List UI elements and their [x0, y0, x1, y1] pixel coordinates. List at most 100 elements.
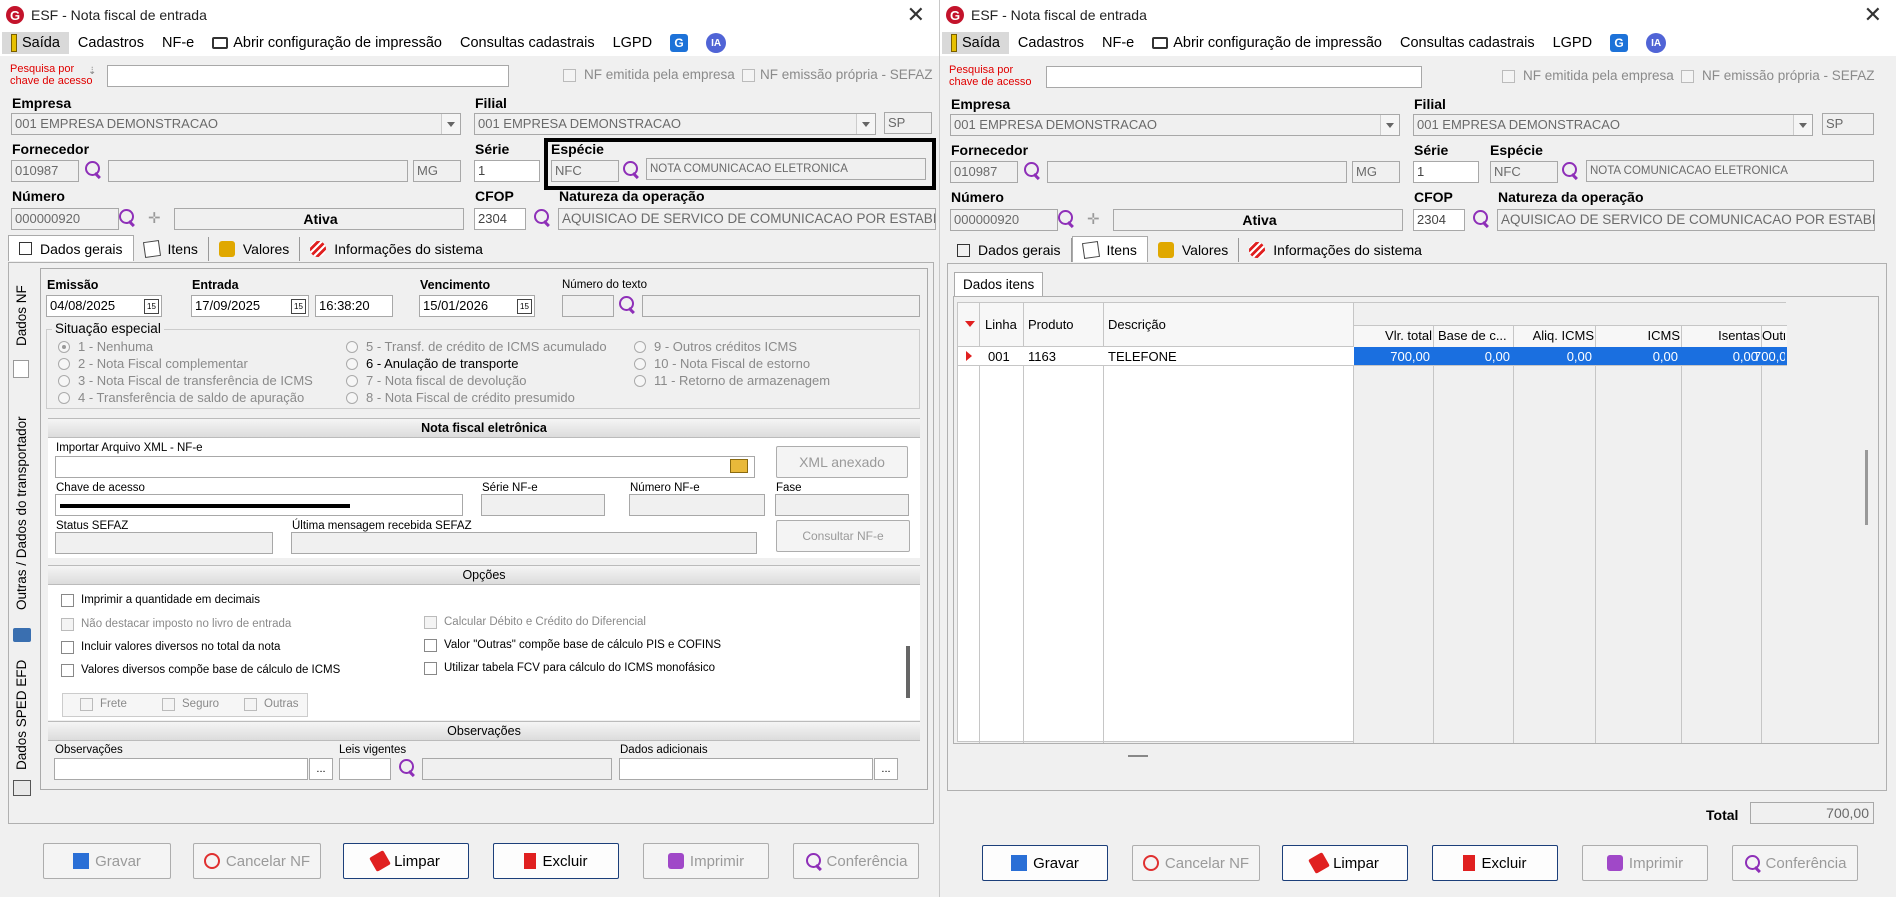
radio-2[interactable] [58, 358, 70, 370]
pesquisa-input[interactable] [107, 65, 509, 87]
nf-propria-checkbox[interactable] [1681, 70, 1694, 83]
limpar-button[interactable]: Limpar [343, 843, 469, 879]
nf-emitida-checkbox[interactable] [563, 69, 576, 82]
outras-checkbox[interactable] [244, 698, 257, 711]
xml-anexado-button[interactable]: XML anexado [776, 446, 908, 478]
nf-emitida-checkbox[interactable] [1502, 70, 1515, 83]
limpar-button[interactable]: Limpar [1282, 845, 1408, 881]
filial-select[interactable]: 001 EMPRESA DEMONSTRACAO [1413, 114, 1813, 136]
header-aliq[interactable]: Aliq. ICMS [1514, 328, 1594, 343]
plus-icon[interactable]: ✛ [148, 209, 161, 227]
header-produto[interactable]: Produto [1028, 317, 1074, 332]
filial-select[interactable]: 001 EMPRESA DEMONSTRACAO [474, 113, 876, 135]
tab-itens[interactable]: Itens [1071, 236, 1148, 262]
numero-field[interactable]: 000000920 [11, 208, 119, 230]
imprimir-button[interactable]: Imprimir [1582, 845, 1708, 881]
conferencia-button[interactable]: Conferência [793, 843, 919, 879]
fornecedor-code-field[interactable]: 010987 [11, 160, 79, 182]
importar-input[interactable] [55, 456, 755, 478]
consultar-nfe-button[interactable]: Consultar NF-e [776, 520, 910, 552]
grid-scrollbar[interactable] [1865, 450, 1868, 525]
header-vlr-total[interactable]: Vlr. total [1354, 328, 1432, 343]
tab-dados-itens[interactable]: Dados itens [954, 272, 1044, 296]
close-icon[interactable]: ✕ [907, 2, 925, 28]
numero-search-icon[interactable] [118, 208, 138, 228]
numero-texto-field[interactable] [562, 295, 614, 317]
chave-input[interactable] [55, 494, 463, 516]
menu-saida[interactable]: Saída [2, 32, 69, 54]
serie-field[interactable]: 1 [474, 160, 540, 182]
radio-6[interactable] [346, 358, 358, 370]
menu-nfe[interactable]: NF-e [1093, 32, 1143, 54]
observacoes-ellipsis-button[interactable]: ... [309, 758, 333, 780]
tab-dados-gerais[interactable]: Dados gerais [947, 238, 1072, 262]
dados-adicionais-ellipsis-button[interactable]: ... [874, 758, 898, 780]
cfop-field[interactable]: 2304 [474, 208, 526, 230]
radio-3[interactable] [58, 375, 70, 387]
cfop-field[interactable]: 2304 [1413, 209, 1465, 231]
conferencia-button[interactable]: Conferência [1732, 845, 1858, 881]
emissao-field[interactable]: 04/08/2025 15 [46, 295, 162, 317]
menu-lgpd[interactable]: LGPD [1544, 32, 1602, 54]
radio-1[interactable] [58, 341, 70, 353]
calendar-icon[interactable]: 15 [144, 299, 159, 314]
radio-9[interactable] [634, 341, 646, 353]
frete-checkbox[interactable] [80, 698, 93, 711]
tab-dados-gerais[interactable]: Dados gerais [8, 235, 134, 261]
menu-cadastros[interactable]: Cadastros [69, 32, 153, 54]
close-icon[interactable]: ✕ [1864, 2, 1882, 28]
menu-ia[interactable]: IA [697, 32, 735, 54]
fornecedor-search-icon[interactable] [1023, 161, 1043, 181]
serie-field[interactable]: 1 [1413, 161, 1479, 183]
plus-icon[interactable]: ✛ [1087, 210, 1100, 228]
calendar-icon[interactable]: 15 [291, 299, 306, 314]
header-descricao[interactable]: Descrição [1108, 317, 1166, 332]
header-icms[interactable]: ICMS [1596, 328, 1681, 343]
opt-incluir-checkbox[interactable] [61, 641, 74, 654]
calendar-icon[interactable]: 15 [517, 299, 532, 314]
menu-consultas[interactable]: Consultas cadastrais [451, 32, 604, 54]
opt-fcv-checkbox[interactable] [424, 662, 437, 675]
fornecedor-search-icon[interactable] [84, 160, 104, 180]
numero-search-icon[interactable] [1057, 209, 1077, 229]
opt-calcular-checkbox[interactable] [424, 616, 437, 629]
opt-valores-icms-checkbox[interactable] [61, 664, 74, 677]
tab-informacoes[interactable]: Informações do sistema [1239, 238, 1432, 262]
seguro-checkbox[interactable] [162, 698, 175, 711]
leis-search-icon[interactable] [398, 758, 418, 778]
cancelar-nf-button[interactable]: Cancelar NF [193, 843, 321, 879]
radio-5[interactable] [346, 341, 358, 353]
cfop-search-icon[interactable] [533, 208, 553, 228]
imprimir-button[interactable]: Imprimir [643, 843, 769, 879]
opt-nao-destacar-checkbox[interactable] [61, 618, 74, 631]
menu-abrir-config[interactable]: Abrir configuração de impressão [1143, 32, 1391, 54]
excluir-button[interactable]: Excluir [1432, 845, 1558, 881]
numero-texto-search-icon[interactable] [618, 295, 638, 315]
menu-lgpd[interactable]: LGPD [604, 32, 662, 54]
tab-valores[interactable]: Valores [1148, 238, 1240, 262]
header-outras[interactable]: Outras [1762, 328, 1785, 343]
radio-10[interactable] [634, 358, 646, 370]
observacoes-input[interactable] [54, 758, 308, 780]
empresa-select[interactable]: 001 EMPRESA DEMONSTRACAO [950, 114, 1400, 136]
menu-g[interactable]: G [661, 32, 697, 54]
tab-valores[interactable]: Valores [209, 237, 301, 261]
fornecedor-code-field[interactable]: 010987 [950, 161, 1018, 183]
entrada-field[interactable]: 17/09/2025 15 [191, 295, 309, 317]
folder-icon[interactable] [730, 459, 748, 473]
radio-8[interactable] [346, 392, 358, 404]
excluir-button[interactable]: Excluir [493, 843, 619, 879]
leis-vigentes-input[interactable] [339, 758, 391, 780]
vencimento-field[interactable]: 15/01/2026 15 [419, 295, 535, 317]
tab-itens[interactable]: Itens [134, 237, 209, 261]
menu-abrir-config[interactable]: Abrir configuração de impressão [203, 32, 451, 54]
gravar-button[interactable]: Gravar [43, 843, 171, 879]
opcoes-scrollbar[interactable] [906, 646, 910, 698]
vtab-dados-nf[interactable]: Dados NF [14, 285, 29, 346]
header-base[interactable]: Base de c... [1438, 328, 1507, 343]
gravar-button[interactable]: Gravar [982, 845, 1108, 881]
especie-code-field[interactable]: NFC [1490, 161, 1558, 183]
menu-ia[interactable]: IA [1637, 32, 1675, 54]
cancelar-nf-button[interactable]: Cancelar NF [1132, 845, 1260, 881]
entrada-hora-field[interactable]: 16:38:20 [315, 295, 393, 317]
